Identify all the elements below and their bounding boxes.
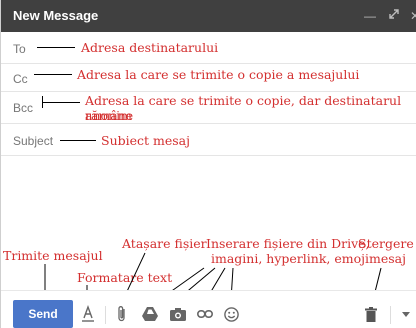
emoji-icon[interactable] (222, 305, 240, 323)
send-button[interactable]: Send (13, 300, 73, 328)
toolbar-separator-right (390, 306, 391, 324)
compose-window: New Message — ✕ To Adresa destinatarului… (0, 0, 416, 328)
drive-icon[interactable] (141, 306, 159, 322)
trash-icon[interactable] (364, 305, 378, 323)
more-options-icon[interactable] (399, 306, 413, 322)
toolbar-separator (105, 306, 106, 324)
photo-icon[interactable] (169, 306, 187, 322)
attach-icon[interactable] (115, 304, 129, 324)
link-icon[interactable] (196, 306, 214, 322)
format-text-icon[interactable] (81, 304, 95, 324)
pointer-lines (44, 252, 382, 302)
